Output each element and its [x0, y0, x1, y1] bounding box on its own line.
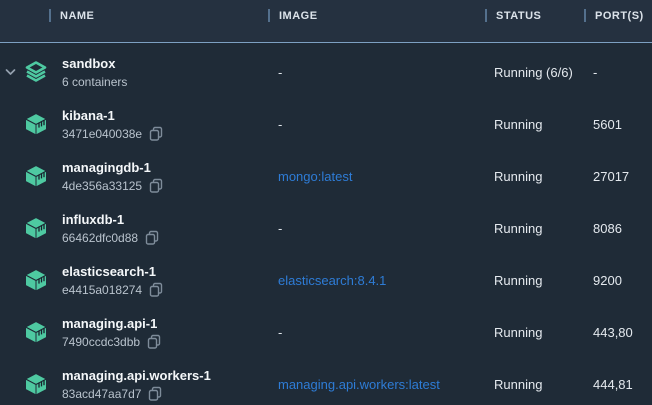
container-icon	[24, 372, 48, 396]
ports-cell: -	[584, 65, 652, 80]
expand-toggle[interactable]	[0, 67, 20, 77]
name-cell: influxdb-1 66462dfc0d88	[0, 202, 268, 254]
containers-count: 6 containers	[62, 74, 127, 90]
image-link[interactable]: mongo:latest	[268, 169, 485, 184]
copy-icon[interactable]	[149, 126, 164, 142]
table-row-sandbox[interactable]: sandbox 6 containers - Running (6/6) -	[0, 46, 652, 98]
image-cell: -	[268, 65, 485, 80]
container-name: kibana-1	[62, 107, 164, 124]
project-name: sandbox	[62, 55, 127, 72]
image-link[interactable]: elasticsearch:8.4.1	[268, 273, 485, 288]
container-name: managing.api.workers-1	[62, 367, 211, 384]
ports-cell: 8086	[584, 221, 652, 236]
container-icon	[24, 320, 48, 344]
image-link[interactable]: managing.api.workers:latest	[268, 377, 485, 392]
container-name: managing.api-1	[62, 315, 162, 332]
container-icon	[24, 216, 48, 240]
column-header-status[interactable]: STATUS	[485, 9, 584, 22]
container-name: influxdb-1	[62, 211, 160, 228]
table-row-elasticsearch[interactable]: elasticsearch-1 e4415a018274 elasticsear…	[0, 254, 652, 306]
copy-icon[interactable]	[145, 230, 160, 246]
container-id: e4415a018274	[62, 282, 142, 298]
container-name: managingdb-1	[62, 159, 164, 176]
table-row-kibana[interactable]: kibana-1 3471e040038e - Running 5601	[0, 98, 652, 150]
container-icon	[24, 268, 48, 292]
table-header: NAME IMAGE STATUS PORT(S)	[0, 0, 652, 43]
name-cell: managingdb-1 4de356a33125	[0, 150, 268, 202]
column-header-image[interactable]: IMAGE	[268, 9, 485, 22]
containers-table: NAME IMAGE STATUS PORT(S)	[0, 0, 652, 405]
name-cell: kibana-1 3471e040038e	[0, 98, 268, 150]
copy-icon[interactable]	[149, 282, 164, 298]
image-cell: -	[268, 117, 485, 132]
container-name: elasticsearch-1	[62, 263, 164, 280]
status-cell: Running	[485, 377, 584, 392]
status-cell: Running	[485, 325, 584, 340]
ports-cell: 444,81	[584, 377, 652, 392]
column-header-ports[interactable]: PORT(S)	[584, 9, 652, 22]
chevron-down-icon	[5, 67, 16, 77]
table-row-managingdb[interactable]: managingdb-1 4de356a33125 mongo:latest R…	[0, 150, 652, 202]
copy-icon[interactable]	[147, 334, 162, 350]
table-row-managing-api-workers[interactable]: managing.api.workers-1 83acd47aa7d7 mana…	[0, 358, 652, 405]
ports-cell: 27017	[584, 169, 652, 184]
compose-stack-icon	[24, 60, 48, 84]
copy-icon[interactable]	[149, 178, 164, 194]
ports-cell: 9200	[584, 273, 652, 288]
name-cell: managing.api-1 7490ccdc3dbb	[0, 306, 268, 358]
ports-cell: 5601	[584, 117, 652, 132]
status-cell: Running (6/6)	[485, 65, 584, 80]
image-cell: -	[268, 221, 485, 236]
image-cell: -	[268, 325, 485, 340]
container-id: 3471e040038e	[62, 126, 142, 142]
column-divider	[584, 9, 586, 22]
table-row-managing-api[interactable]: managing.api-1 7490ccdc3dbb - Running 44…	[0, 306, 652, 358]
container-id: 66462dfc0d88	[62, 230, 138, 246]
status-cell: Running	[485, 169, 584, 184]
container-id: 83acd47aa7d7	[62, 386, 141, 402]
name-cell: sandbox 6 containers	[0, 46, 268, 98]
copy-icon[interactable]	[148, 386, 163, 402]
name-cell: elasticsearch-1 e4415a018274	[0, 254, 268, 306]
status-cell: Running	[485, 117, 584, 132]
column-divider	[485, 9, 487, 22]
container-icon	[24, 112, 48, 136]
name-cell: managing.api.workers-1 83acd47aa7d7	[0, 358, 268, 405]
status-cell: Running	[485, 221, 584, 236]
status-cell: Running	[485, 273, 584, 288]
ports-cell: 443,80	[584, 325, 652, 340]
table-body: sandbox 6 containers - Running (6/6) - k…	[0, 43, 652, 405]
table-row-influxdb[interactable]: influxdb-1 66462dfc0d88 - Running 8086	[0, 202, 652, 254]
container-icon	[24, 164, 48, 188]
column-divider	[268, 9, 270, 22]
column-divider	[49, 9, 51, 22]
column-header-name[interactable]: NAME	[0, 9, 268, 22]
container-id: 4de356a33125	[62, 178, 142, 194]
container-id: 7490ccdc3dbb	[62, 334, 140, 350]
